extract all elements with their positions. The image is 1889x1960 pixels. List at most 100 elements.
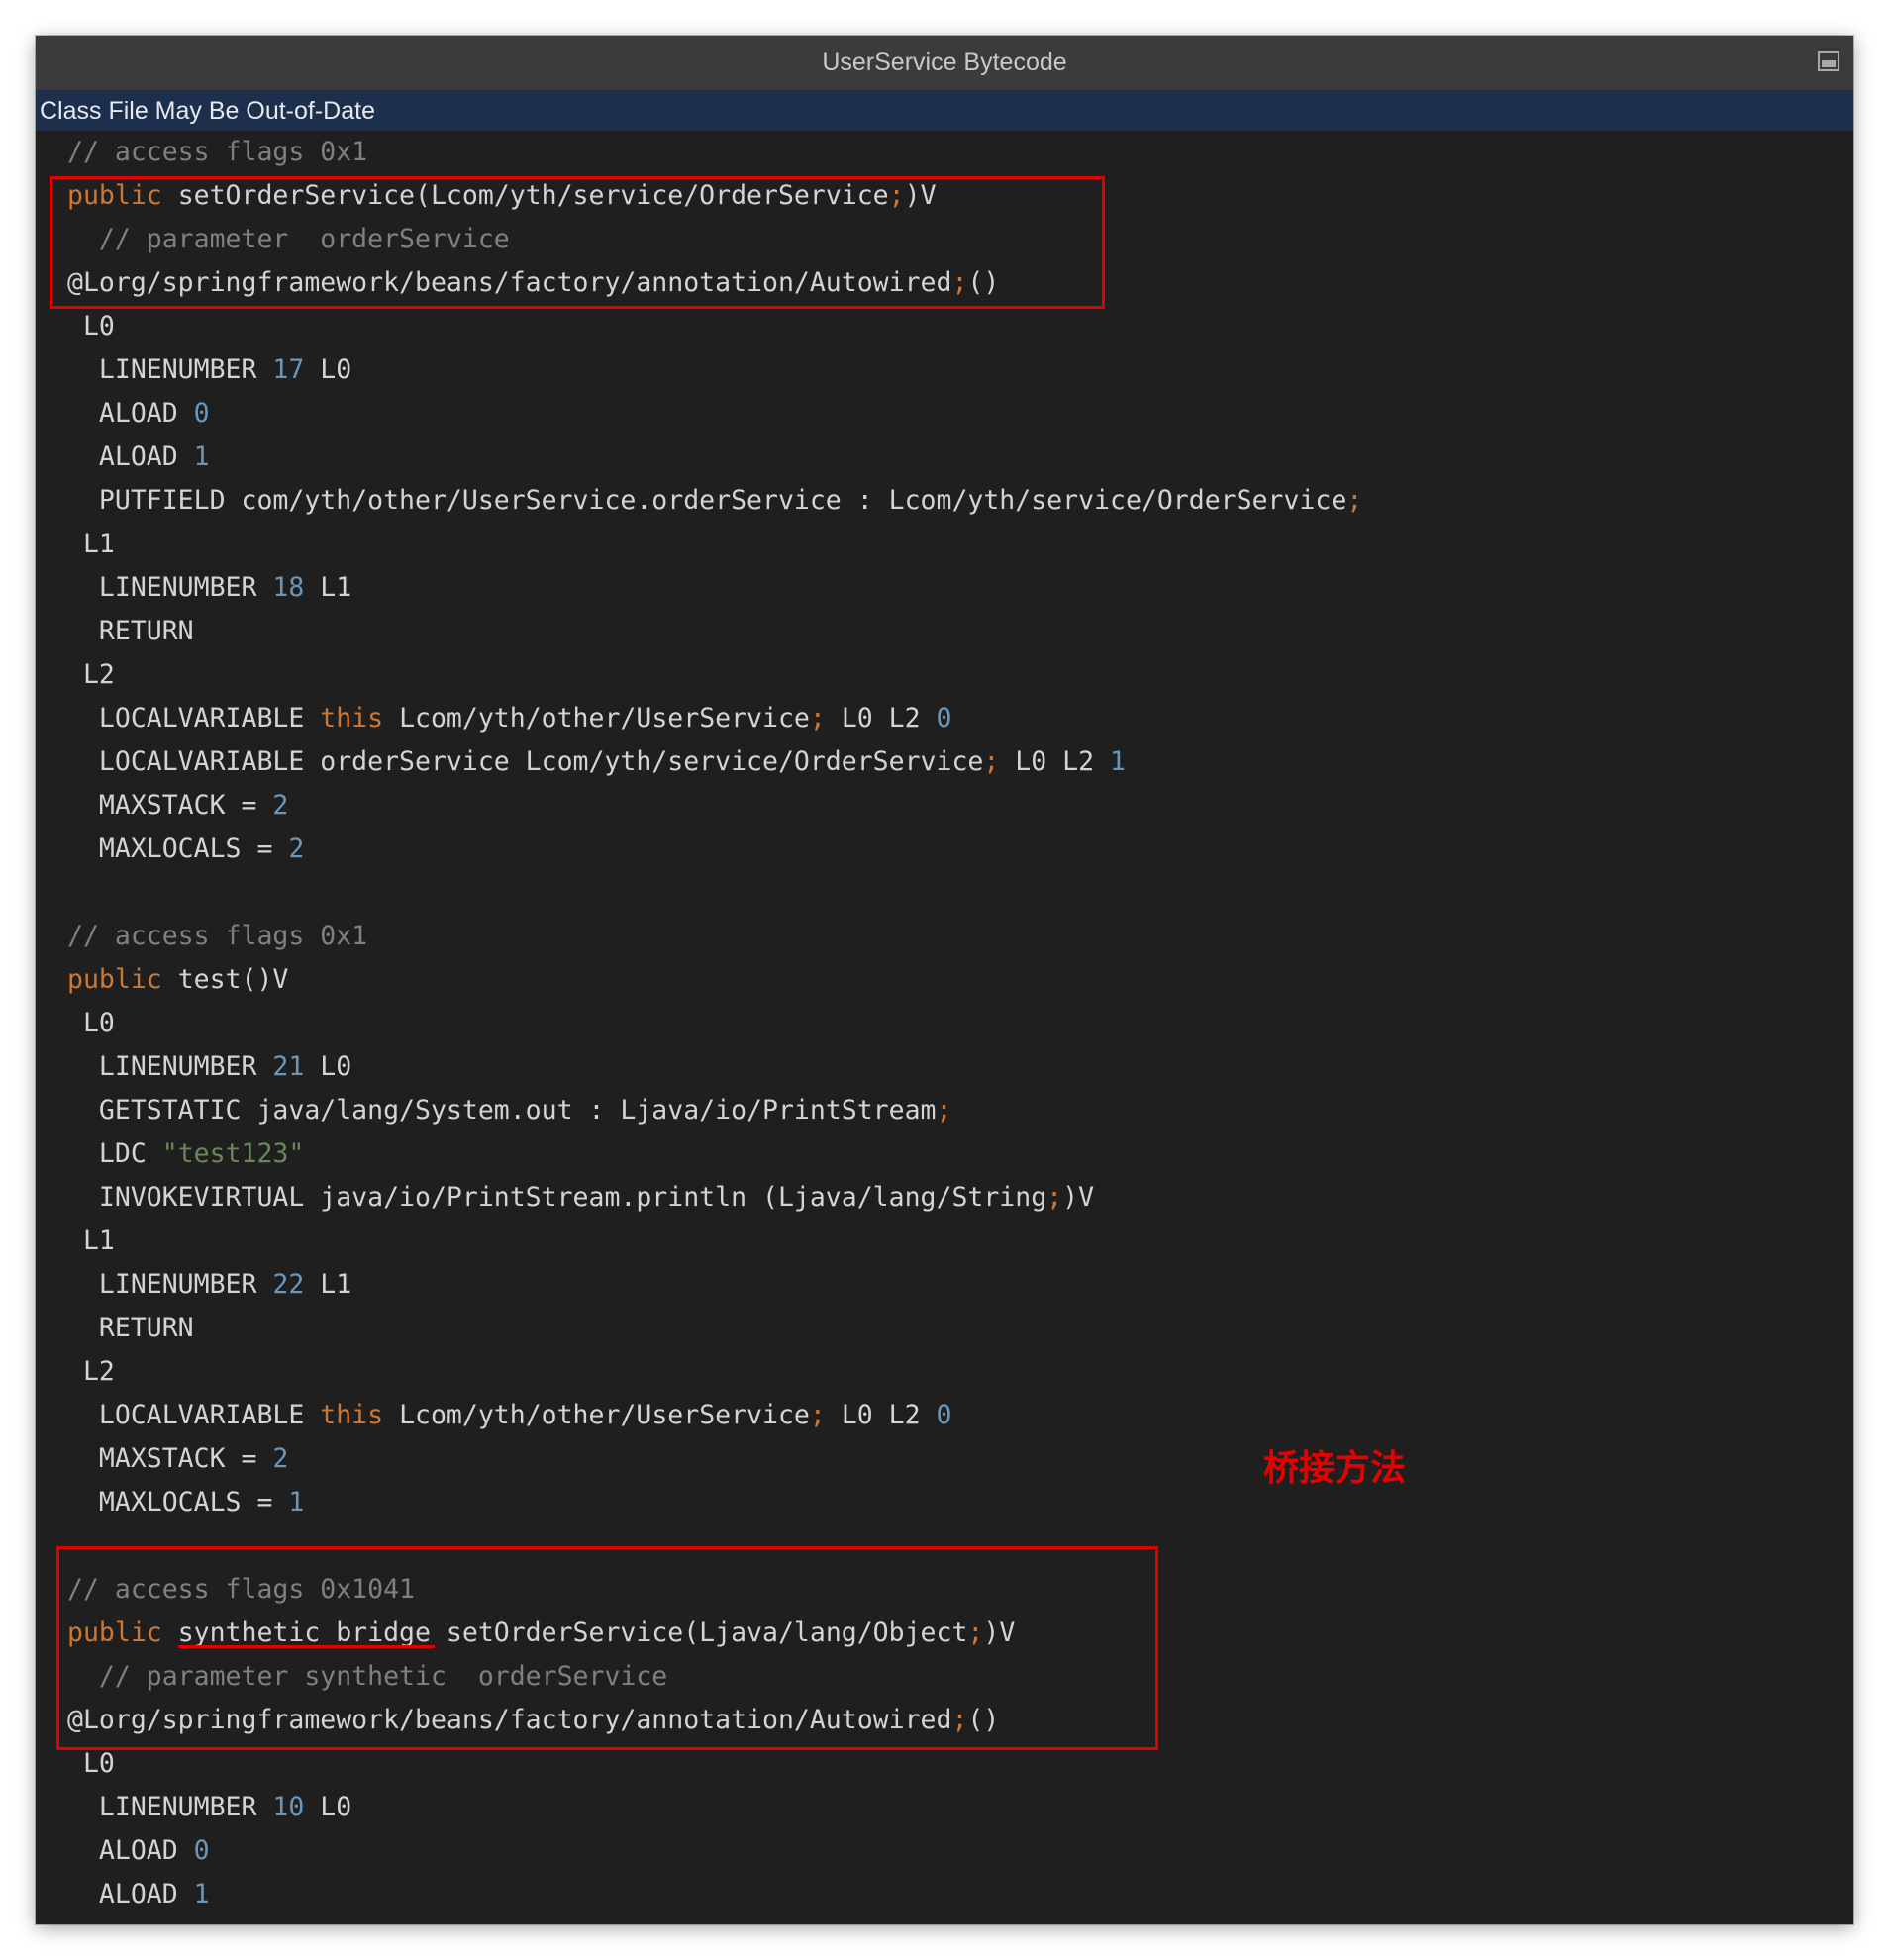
code-token: 22 [272,1269,305,1300]
banner-text: Class File May Be Out-of-Date [40,96,375,125]
code-line: // access flags 0x1 [36,915,1853,958]
code-token: RETURN [67,616,194,646]
code-token: test()V [161,964,289,995]
code-line: ALOAD 0 [36,392,1853,436]
code-line: ALOAD 0 [36,1829,1853,1873]
code-line: MAXSTACK = 2 [36,1437,1853,1481]
code-token: L2 [67,1356,115,1387]
code-line: @Lorg/springframework/beans/factory/anno… [36,261,1853,305]
code-token: ; [888,180,905,211]
code-token: L0 [67,1008,115,1038]
code-token: L0 L2 [999,746,1111,777]
code-token: "test123" [161,1138,305,1169]
code-line: LOCALVARIABLE orderService Lcom/yth/serv… [36,740,1853,784]
code-line: L0 [36,305,1853,348]
code-line: // access flags 0x1 [36,131,1853,174]
code-token: 17 [272,354,305,385]
code-token: L2 [67,659,115,690]
code-token: L1 [67,529,115,559]
code-token: ; [1046,1182,1063,1213]
code-token: PUTFIELD com/yth/other/UserService.order… [67,485,1347,516]
code-token: LINENUMBER [67,1792,273,1822]
code-token: LOCALVARIABLE [67,703,321,734]
code-line: L1 [36,523,1853,566]
code-line: MAXSTACK = 2 [36,784,1853,828]
code-line: L2 [36,1350,1853,1394]
code-token: 0 [193,398,210,429]
code-token: // parameter orderService [67,224,510,254]
code-token: ALOAD [67,441,194,472]
code-token: L0 L2 [825,1400,937,1430]
code-line: // access flags 0x1041 [36,1568,1853,1612]
code-token: // access flags 0x1041 [67,1574,415,1605]
code-line: LINENUMBER 18 L1 [36,566,1853,610]
code-line: L1 [36,1220,1853,1263]
code-token: )V [983,1617,1016,1648]
code-token: Lcom/yth/other/UserService [383,1400,810,1430]
code-token: Lcom/yth/other/UserService [383,703,810,734]
code-token: ; [1346,485,1363,516]
code-token: ; [983,746,1000,777]
code-token: setOrderService(Lcom/yth/service/OrderSe… [161,180,889,211]
code-token: public [67,1617,162,1648]
code-token: // parameter synthetic orderService [67,1661,668,1692]
code-line: LOCALVARIABLE this Lcom/yth/other/UserSe… [36,697,1853,740]
code-line: LINENUMBER 22 L1 [36,1263,1853,1307]
code-token: 18 [272,572,305,603]
code-token: LDC [67,1138,162,1169]
out-of-date-banner: Class File May Be Out-of-Date [36,91,1853,131]
code-token: ; [951,1705,968,1735]
code-token: L0 [304,1051,352,1082]
code-token: LOCALVARIABLE orderService Lcom/yth/serv… [67,746,984,777]
code-line: INVOKEVIRTUAL java/io/PrintStream.printl… [36,1176,1853,1220]
code-token: MAXLOCALS = [67,833,289,864]
code-token: // access flags 0x1 [67,137,368,167]
code-token: L1 [67,1225,115,1256]
code-token: ; [809,1400,826,1430]
code-token: MAXSTACK = [67,1443,273,1474]
code-line: PUTFIELD com/yth/other/UserService.order… [36,479,1853,523]
code-token: L1 [304,572,352,603]
code-token: this [320,703,384,734]
code-line: // parameter synthetic orderService [36,1655,1853,1699]
code-token: INVOKEVIRTUAL java/io/PrintStream.printl… [67,1182,1047,1213]
code-token: @Lorg/springframework/beans/factory/anno… [67,267,952,298]
code-token: 10 [272,1792,305,1822]
restore-window-icon[interactable] [1818,51,1839,71]
code-token: public [67,964,162,995]
code-token: public [67,180,162,211]
code-token: )V [904,180,937,211]
code-token: 2 [288,833,305,864]
code-line: L0 [36,1742,1853,1786]
code-token: 0 [193,1835,210,1866]
code-token: ALOAD [67,1835,194,1866]
code-line: GETSTATIC java/lang/System.out : Ljava/i… [36,1089,1853,1132]
code-token: LOCALVARIABLE [67,1400,321,1430]
code-line: ALOAD 1 [36,436,1853,479]
code-line: LDC "test123" [36,1132,1853,1176]
code-token: MAXSTACK = [67,790,273,821]
code-token: ALOAD [67,1879,194,1910]
code-token: L0 [67,1748,115,1779]
code-line: LINENUMBER 10 L0 [36,1786,1853,1829]
code-line: L2 [36,653,1853,697]
code-token: L0 [304,1792,352,1822]
code-line: public setOrderService(Lcom/yth/service/… [36,174,1853,218]
code-line: public test()V [36,958,1853,1002]
bytecode-viewer[interactable]: // access flags 0x1 public setOrderServic… [36,131,1853,1916]
code-line: @Lorg/springframework/beans/factory/anno… [36,1699,1853,1742]
code-token: ; [936,1095,952,1126]
code-line: public synthetic bridge setOrderService(… [36,1612,1853,1655]
code-token: 0 [936,1400,952,1430]
bytecode-window: UserService Bytecode Class File May Be O… [36,36,1853,1924]
code-token: LINENUMBER [67,1051,273,1082]
code-token: MAXLOCALS = [67,1487,289,1518]
code-line: // parameter orderService [36,218,1853,261]
code-token: 21 [272,1051,305,1082]
window-title: UserService Bytecode [822,49,1067,76]
code-token: 1 [193,1879,210,1910]
code-token: L0 [67,311,115,342]
code-token: GETSTATIC java/lang/System.out : Ljava/i… [67,1095,937,1126]
code-token: 0 [936,703,952,734]
